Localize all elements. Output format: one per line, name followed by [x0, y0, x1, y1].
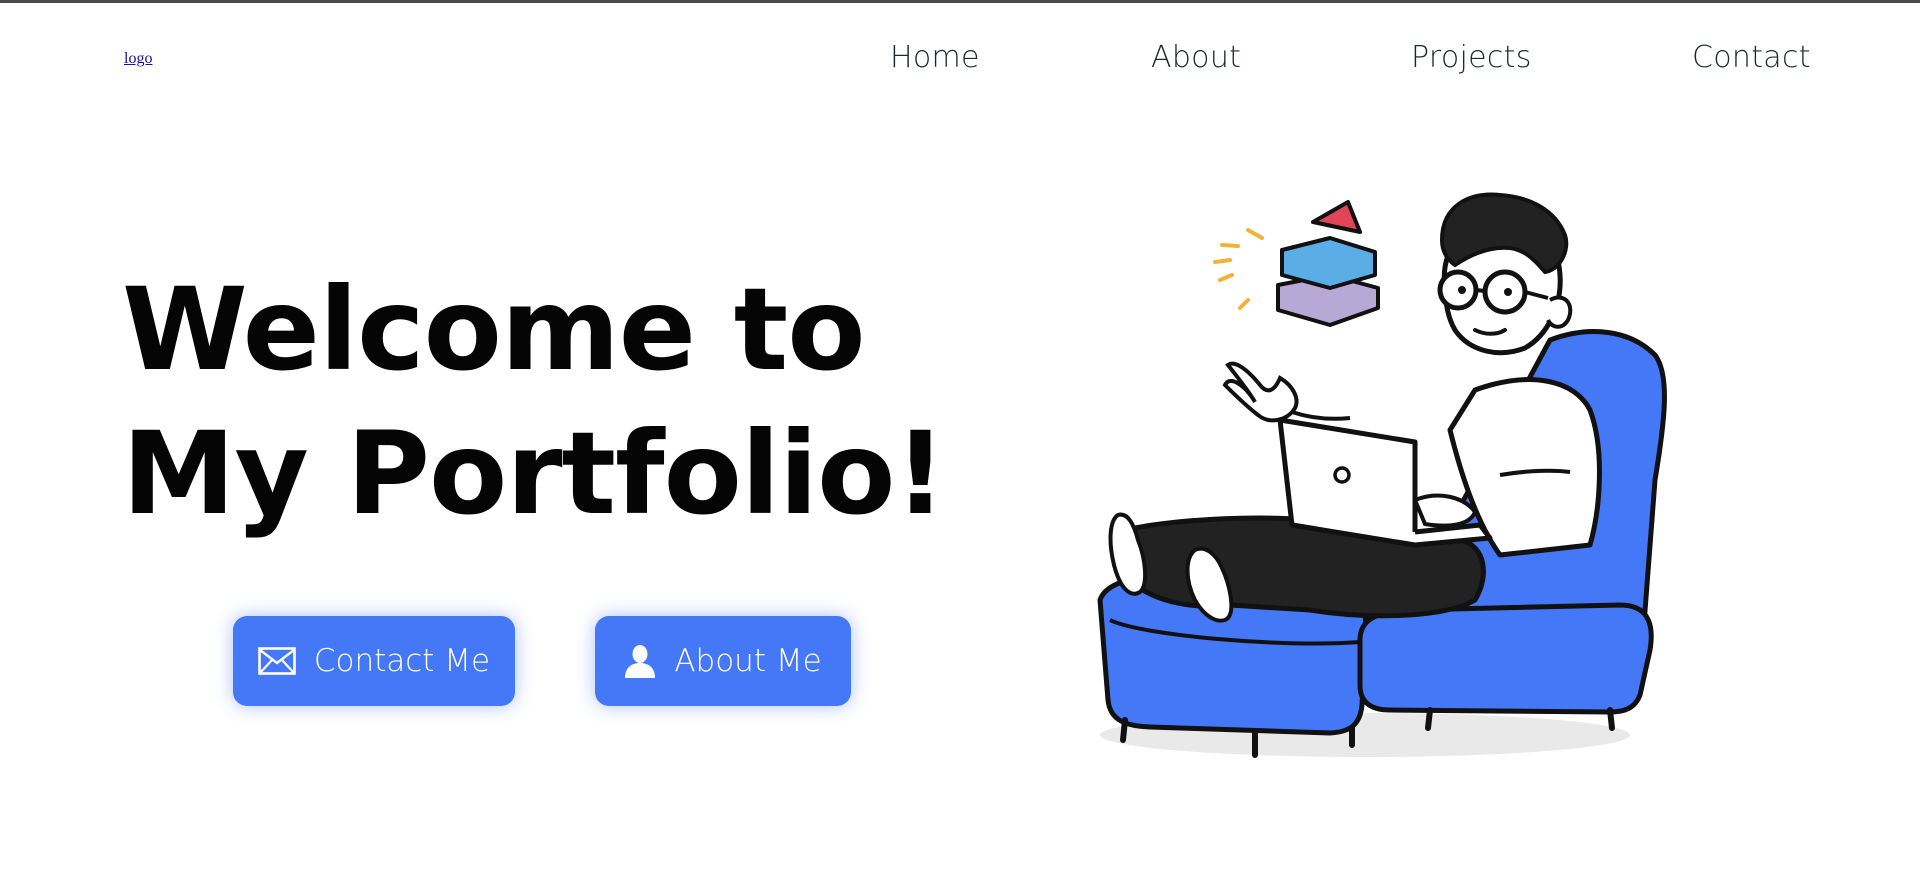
logo-alt-text: logo	[124, 50, 153, 67]
person-with-laptop-illustration	[1097, 192, 1667, 758]
nav-contact[interactable]: Contact	[1692, 40, 1811, 75]
user-icon	[624, 644, 656, 678]
main-nav: Home About Projects Contact	[860, 40, 1860, 80]
contact-me-label: Contact Me	[313, 643, 491, 679]
nav-projects[interactable]: Projects	[1411, 40, 1532, 75]
about-me-label: About Me	[674, 643, 822, 679]
envelope-icon	[258, 647, 296, 675]
hero-title: Welcome to My Portfolio!	[122, 258, 946, 546]
about-me-button[interactable]: About Me	[595, 616, 851, 706]
page-top-border	[0, 0, 1920, 3]
hero-title-line-1: Welcome to	[122, 263, 866, 396]
hero-title-line-2: My Portfolio!	[122, 407, 946, 540]
hero-illustration	[1030, 180, 1710, 770]
nav-about[interactable]: About	[1151, 40, 1241, 75]
logo-link[interactable]: logo	[124, 50, 152, 68]
contact-me-button[interactable]: Contact Me	[233, 616, 515, 706]
nav-home[interactable]: Home	[890, 40, 980, 75]
